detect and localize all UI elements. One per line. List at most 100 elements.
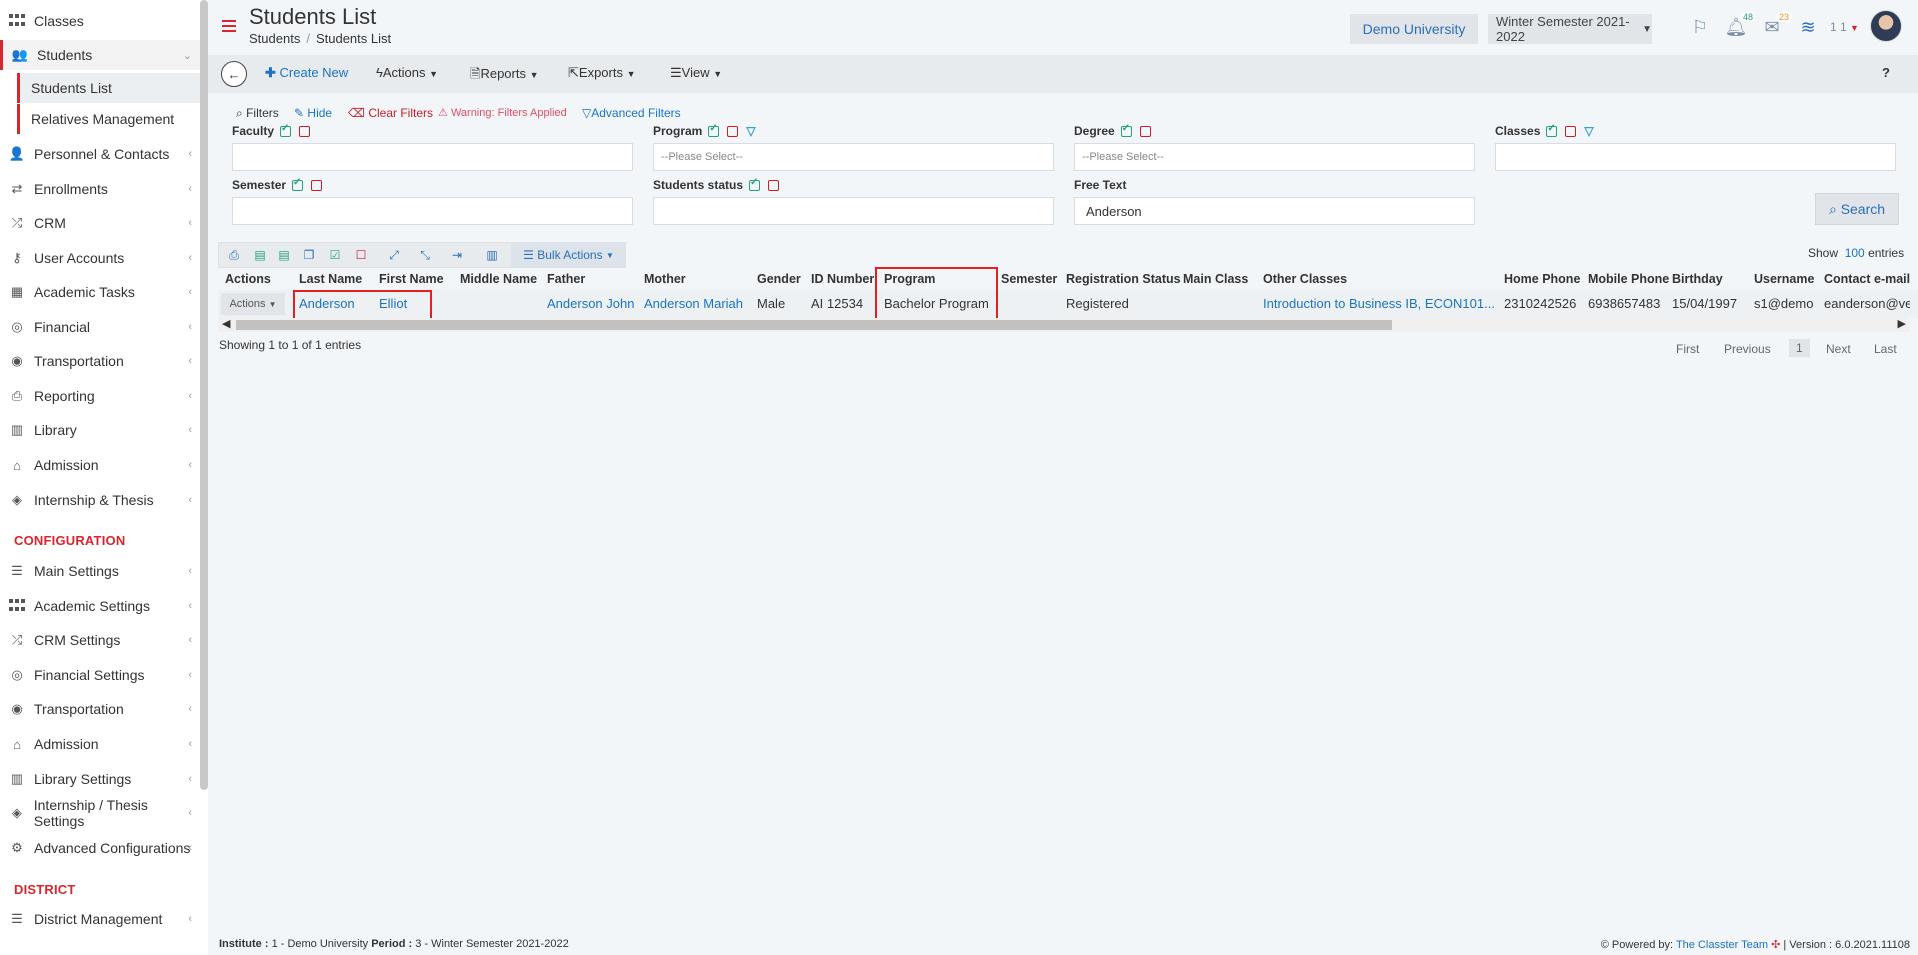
horizontal-scrollbar[interactable]: ◀ ▶ [218, 318, 1910, 332]
sidebar-item-library-settings[interactable]: ▥ Library Settings ‹ [0, 764, 200, 794]
clear-filters-link[interactable]: ⌫ Clear Filters [348, 106, 433, 120]
sidebar-item-district-management[interactable]: ☰ District Management ‹ [0, 904, 200, 934]
reports-menu[interactable]: 🗎Reports ▼ [470, 65, 539, 87]
sidebar-item-crm-settings[interactable]: ⤮ CRM Settings ‹ [0, 625, 200, 655]
select-all-icon[interactable] [708, 123, 720, 138]
help-button[interactable]: ? [1882, 65, 1890, 80]
bell-icon[interactable]: 🔔︎ 48 [1724, 12, 1756, 38]
avatar[interactable] [1870, 10, 1902, 42]
column-header-contact-email[interactable]: Contact e-mail [1824, 272, 1910, 286]
cell-other-classes[interactable]: Introduction to Business IB, ECON101... [1263, 296, 1495, 311]
select-all-icon[interactable] [280, 123, 292, 138]
sidebar-item-reporting[interactable]: ⎙ Reporting ‹ [0, 381, 200, 411]
semester-select[interactable]: Winter Semester 2021-2022 ▼ [1488, 14, 1652, 44]
column-header-first-name[interactable]: First Name [379, 272, 444, 286]
column-header-mother[interactable]: Mother [644, 272, 686, 286]
sidebar-item-financial[interactable]: ◎ Financial ‹ [0, 312, 200, 342]
sidebar-item-main-settings[interactable]: ☰ Main Settings ‹ [0, 556, 200, 586]
select-all-icon[interactable] [749, 177, 761, 192]
sidebar-item-library[interactable]: ▥ Library ‹ [0, 415, 200, 445]
column-header-main-class[interactable]: Main Class [1183, 272, 1248, 286]
select-all-icon[interactable]: ☑ [327, 247, 343, 263]
funnel-icon[interactable]: ▽ [1584, 124, 1593, 138]
free-text-input[interactable]: Anderson [1074, 197, 1475, 225]
create-new-button[interactable]: ✚ Create New [265, 65, 348, 81]
scrollbar-thumb[interactable] [236, 320, 1392, 330]
clear-selection-icon[interactable] [727, 126, 739, 138]
copy-icon[interactable]: ❐ [301, 247, 317, 263]
row-actions-button[interactable]: Actions ▼ [221, 293, 285, 315]
column-header-birthday[interactable]: Birthday [1672, 272, 1723, 286]
cell-father[interactable]: Anderson John [547, 296, 634, 311]
pagination-first[interactable]: First [1676, 342, 1699, 356]
deselect-all-icon[interactable]: ☐ [353, 247, 369, 263]
column-header-mobile-phone[interactable]: Mobile Phone [1588, 272, 1669, 286]
sidebar-item-personnel[interactable]: 👤 Personnel & Contacts ‹ [0, 139, 200, 169]
layers-icon[interactable]: ≋ [1796, 16, 1820, 38]
select-all-icon[interactable] [1120, 123, 1132, 138]
expand-icon[interactable]: ⤢ [386, 247, 402, 263]
sidebar-item-enrollments[interactable]: ⇄ Enrollments ‹ [0, 174, 200, 204]
column-header-registration-status[interactable]: Registration Status [1066, 272, 1181, 286]
bulk-actions-button[interactable]: ☰ Bulk Actions ▼ [511, 243, 626, 267]
scroll-left-icon[interactable]: ◀ [222, 317, 230, 330]
user-count[interactable]: 1 1 ▼ [1830, 20, 1859, 34]
csv-icon[interactable]: ▤ [276, 247, 292, 263]
column-header-last-name[interactable]: Last Name [299, 272, 362, 286]
column-header-middle-name[interactable]: Middle Name [460, 272, 537, 286]
sidebar-item-internship-settings[interactable]: ◈ Internship / Thesis Settings ‹ [0, 797, 200, 829]
sidebar-item-transportation-settings[interactable]: ◉ Transportation ‹ [0, 694, 200, 724]
faculty-input[interactable] [232, 143, 633, 171]
sidebar-item-financial-settings[interactable]: ◎ Financial Settings ‹ [0, 660, 200, 690]
sidebar-item-transportation[interactable]: ◉ Transportation ‹ [0, 346, 200, 376]
sidebar-subitem-students-list[interactable]: Students List [17, 73, 200, 103]
breadcrumb-students[interactable]: Students [249, 31, 300, 46]
pagination-current[interactable]: 1 [1789, 339, 1810, 357]
view-menu[interactable]: ☰View ▼ [670, 65, 722, 81]
clear-selection-icon[interactable] [311, 180, 323, 192]
export-icon[interactable]: ⇥ [449, 247, 465, 263]
menu-icon[interactable] [222, 20, 236, 32]
sidebar-item-academic-settings[interactable]: Academic Settings ‹ [0, 591, 200, 621]
select-all-icon[interactable] [292, 177, 304, 192]
exports-menu[interactable]: ⇱Exports ▼ [568, 65, 636, 81]
program-select[interactable]: --Please Select-- [653, 143, 1054, 171]
column-header-father[interactable]: Father [547, 272, 585, 286]
search-button[interactable]: ⌕ Search [1815, 193, 1899, 225]
degree-select[interactable]: --Please Select-- [1074, 143, 1475, 171]
back-button[interactable]: ← [221, 61, 247, 87]
excel-icon[interactable]: ▤ [252, 247, 268, 263]
sidebar-item-admission-settings[interactable]: ⌂ Admission ‹ [0, 729, 200, 759]
cell-mother[interactable]: Anderson Mariah [644, 296, 743, 311]
column-header-username[interactable]: Username [1754, 272, 1814, 286]
column-header-other-classes[interactable]: Other Classes [1263, 272, 1347, 286]
sidebar-item-advanced-configurations[interactable]: ⚙ Advanced Configurations ‹ [0, 833, 200, 863]
sidebar-item-admission[interactable]: ⌂ Admission ‹ [0, 450, 200, 480]
sidebar-subitem-relatives-management[interactable]: Relatives Management [17, 104, 200, 134]
compress-icon[interactable]: ⤡ [417, 247, 433, 263]
semester-input[interactable] [232, 197, 633, 225]
clear-selection-icon[interactable] [299, 126, 311, 138]
clear-selection-icon[interactable] [1139, 126, 1151, 138]
classter-team-link[interactable]: The Classter Team [1676, 939, 1768, 951]
sidebar-item-students[interactable]: 👥 Students ⌄ [0, 40, 200, 70]
column-header-gender[interactable]: Gender [757, 272, 801, 286]
advanced-filters-link[interactable]: ▽Advanced Filters [582, 106, 681, 120]
sidebar-item-user-accounts[interactable]: ⚷ User Accounts ‹ [0, 243, 200, 273]
clear-selection-icon[interactable] [768, 180, 780, 192]
sidebar-scrollbar[interactable] [200, 0, 208, 790]
sidebar-item-academic-tasks[interactable]: ▦ Academic Tasks ‹ [0, 277, 200, 307]
column-header-home-phone[interactable]: Home Phone [1504, 272, 1580, 286]
university-button[interactable]: Demo University [1350, 14, 1478, 44]
select-all-icon[interactable] [1546, 123, 1558, 138]
pagination-next[interactable]: Next [1826, 342, 1851, 356]
pagination-last[interactable]: Last [1874, 342, 1897, 356]
sidebar-item-classes[interactable]: Classes [0, 6, 200, 36]
classes-input[interactable] [1495, 143, 1896, 171]
students-status-input[interactable] [653, 197, 1054, 225]
columns-icon[interactable]: ▥ [484, 247, 500, 263]
sidebar-item-crm[interactable]: ⤮ CRM ‹ [0, 208, 200, 238]
funnel-icon[interactable]: ▽ [746, 124, 755, 138]
flag-icon[interactable]: ⚐ [1688, 16, 1712, 38]
actions-menu[interactable]: ϟActions ▼ [376, 65, 438, 80]
